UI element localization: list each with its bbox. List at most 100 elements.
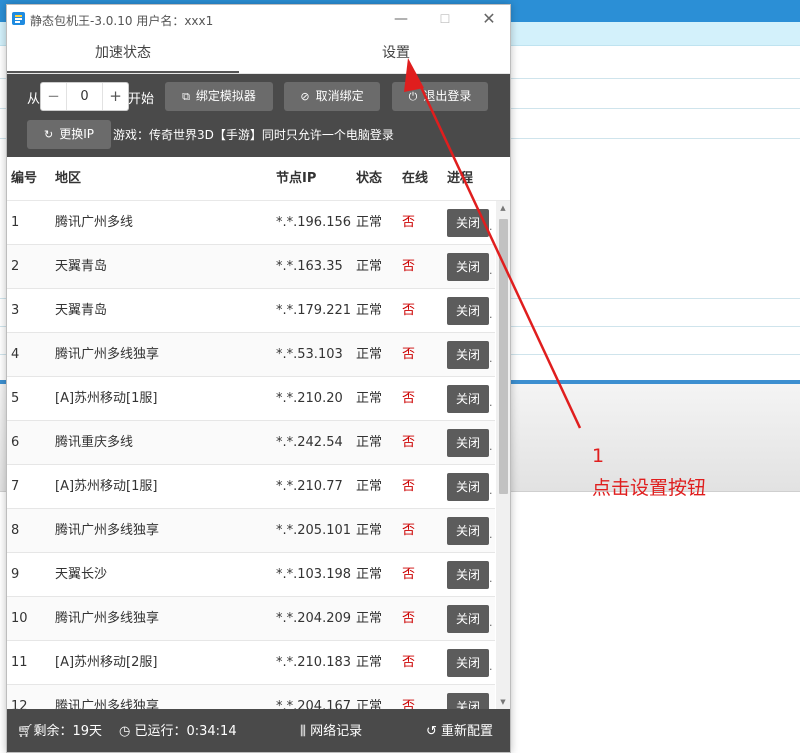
row-state: 正常 [356,435,383,450]
table-row[interactable]: 11 [A]苏州移动[2服] *.*.210.183 正常 否 关闭. [7,641,495,685]
close-process-button[interactable]: 关闭 [447,649,489,677]
row-node-ip: *.*.163.35 [276,259,343,274]
minimize-icon[interactable]: — [387,9,415,29]
scroll-up-icon[interactable]: ▲ [496,201,510,215]
row-region: 腾讯广州多线 [55,215,134,230]
truncated-marker: . [489,264,493,277]
running-time: ◷ 已运行：0:34:14 [119,709,237,752]
close-process-button[interactable]: 关闭 [447,473,489,501]
row-index: 2 [11,259,20,274]
table-row[interactable]: 5 [A]苏州移动[1服] *.*.210.20 正常 否 关闭. [7,377,495,421]
truncated-marker: . [489,396,493,409]
row-node-ip: *.*.179.221 [276,303,352,318]
row-online-status: 否 [402,655,416,670]
table-row[interactable]: 9 天翼长沙 *.*.103.198 正常 否 关闭. [7,553,495,597]
close-process-button[interactable]: 关闭 [447,253,489,281]
row-state: 正常 [356,655,383,670]
increment-button[interactable]: + [102,83,128,110]
row-region: 腾讯广州多线独享 [55,611,160,626]
table-body: 1 腾讯广州多线 *.*.196.156 正常否关闭. 2 天翼青岛 *.*.163.35 正… [7,201,510,709]
close-process-button[interactable]: 关闭 [447,341,489,369]
column-header-state: 状态 [356,171,383,186]
bind-emulator-label: 绑定模拟器 [195,89,256,103]
logout-button[interactable]: ⏻ 退出登录 [392,82,488,111]
title-bar[interactable]: 静态包机王-3.0.10 用户名：xxx1 — ☐ ✕ [7,5,510,33]
truncated-marker: . [489,616,493,629]
table-row[interactable]: 1 腾讯广州多线 *.*.196.156 正常 否 关闭. [7,201,495,245]
close-process-button[interactable]: 关闭 [447,517,489,545]
table-row[interactable]: 8 腾讯广州多线独享 *.*.205.101 正常 否 关闭. [7,509,495,553]
row-region: 腾讯广州多线独享 [55,523,160,538]
refresh-icon: ↻ [44,128,54,141]
decrement-button[interactable]: − [41,83,67,110]
scrollbar-thumb[interactable] [499,219,508,494]
close-process-button[interactable]: 关闭 [447,605,489,633]
row-online-status: 否 [402,567,416,582]
row-state: 正常 [356,611,383,626]
bind-emulator-button[interactable]: ⧉ 绑定模拟器 [165,82,273,111]
running-text: 已运行：0:34:14 [134,724,237,739]
close-process-button[interactable]: 关闭 [447,693,489,709]
row-region: 天翼长沙 [55,567,108,582]
tab-settings[interactable]: 设置 [257,33,510,73]
row-region: 天翼青岛 [55,303,108,318]
row-online-status: 否 [402,611,416,626]
row-node-ip: *.*.210.183 [276,655,352,670]
row-state: 正常 [356,215,383,230]
row-state: 正常 [356,391,383,406]
change-ip-button[interactable]: ↻ 更换IP [27,120,111,149]
unbind-button[interactable]: ⊘ 取消绑定 [284,82,380,111]
table-row[interactable]: 6 腾讯重庆多线 *.*.242.54 正常 否 关闭. [7,421,495,465]
row-state: 正常 [356,699,383,709]
truncated-marker: . [489,440,493,453]
truncated-marker: . [489,528,493,541]
remaining-text: 剩余：19天 [33,724,103,739]
table-row[interactable]: 4 腾讯广州多线独享 *.*.53.103 正常 否 关闭. [7,333,495,377]
row-node-ip: *.*.204.209 [276,611,352,626]
column-header-node-ip: 节点IP [276,171,317,186]
table-row[interactable]: 10 腾讯广州多线独享 *.*.204.209 正常 否 关闭. [7,597,495,641]
maximize-icon[interactable]: ☐ [431,9,459,29]
reload-icon: ↺ [426,724,442,739]
table-row[interactable]: 3 天翼青岛 *.*.179.221 正常 否 关闭. [7,289,495,333]
network-log-button[interactable]: ⫼ 网络记录 [300,709,362,752]
cart-icon: 🛒︎ [17,724,34,739]
row-online-status: 否 [402,699,416,709]
close-process-button[interactable]: 关闭 [447,209,489,237]
row-state: 正常 [356,567,383,582]
node-table: 编号 地区 节点IP 状态 在线 进程 1 腾讯广州多线 *.*.196.156 正常… [7,157,510,709]
scroll-down-icon[interactable]: ▼ [496,695,510,709]
truncated-marker: . [489,308,493,321]
tab-acceleration-status[interactable]: 加速状态 [7,33,239,73]
table-row[interactable]: 7 [A]苏州移动[1服] *.*.210.77 正常 否 关闭. [7,465,495,509]
reconfigure-button[interactable]: ↺ 重新配置 [426,709,494,752]
stepper-value[interactable]: 0 [67,83,102,110]
truncated-marker: . [489,220,493,233]
start-index-stepper[interactable]: − 0 + [40,82,129,111]
close-process-button[interactable]: 关闭 [447,297,489,325]
app-window: 静态包机王-3.0.10 用户名：xxx1 — ☐ ✕ 加速状态 设置 从 − … [6,4,511,753]
close-process-button[interactable]: 关闭 [447,385,489,413]
window-title: 静态包机王-3.0.10 用户名：xxx1 [30,14,214,28]
truncated-marker: . [489,660,493,673]
truncated-marker: . [489,484,493,497]
vertical-scrollbar[interactable]: ▲ ▼ [496,201,510,709]
row-index: 8 [11,523,20,538]
row-online-status: 否 [402,215,416,230]
close-process-button[interactable]: 关闭 [447,561,489,589]
row-online-status: 否 [402,303,416,318]
clock-icon: ◷ [119,724,135,739]
row-index: 9 [11,567,20,582]
truncated-marker: . [489,572,493,585]
table-row[interactable]: 2 天翼青岛 *.*.163.35 正常 否 关闭. [7,245,495,289]
annotation-text: 点击设置按钮 [592,477,707,499]
close-process-button[interactable]: 关闭 [447,429,489,457]
row-index: 11 [11,655,28,670]
table-row[interactable]: 12 腾讯广州多线独享 *.*.204.167 正常 否 关闭. [7,685,495,709]
row-index: 1 [11,215,20,230]
close-icon[interactable]: ✕ [475,9,503,29]
row-online-status: 否 [402,259,416,274]
app-logo-icon [12,12,25,25]
remaining-days: 🛒︎剩余：19天 [17,709,103,752]
reconfigure-label: 重新配置 [441,724,494,739]
